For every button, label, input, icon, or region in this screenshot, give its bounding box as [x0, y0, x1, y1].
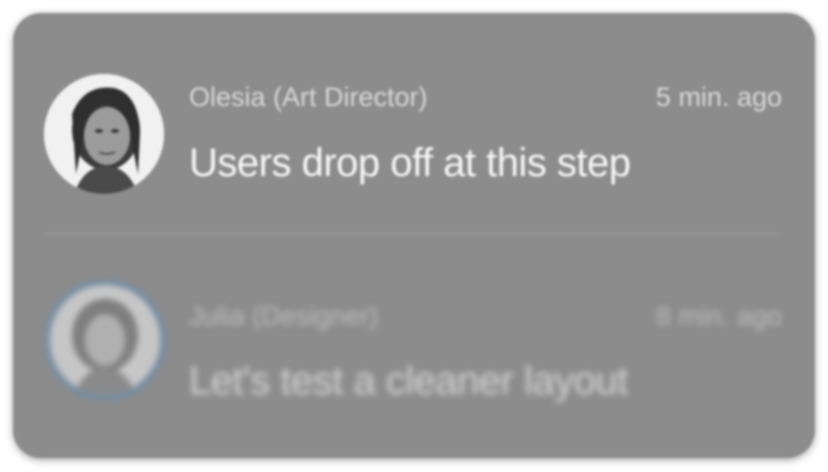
notification-item[interactable]: Olesia (Art Director) 5 min. ago Users d…: [13, 13, 815, 213]
sender-name: Olesia (Art Director): [189, 82, 428, 112]
notification-card[interactable]: Olesia (Art Director) 5 min. ago Users d…: [13, 13, 815, 458]
timestamp: 8 min. ago: [655, 301, 782, 331]
message-text: Let's test a cleaner layout: [189, 359, 628, 403]
avatar: [44, 279, 166, 401]
message-text: Users drop off at this step: [189, 141, 631, 185]
sender-name: Julia (Designer): [189, 301, 379, 331]
portrait-icon: [50, 285, 160, 395]
avatar: [44, 74, 164, 194]
divider: [44, 233, 782, 234]
portrait-icon: [44, 74, 164, 194]
timestamp: 5 min. ago: [655, 82, 782, 112]
notification-item[interactable]: Julia (Designer) 8 min. ago Let's test a…: [13, 235, 815, 435]
